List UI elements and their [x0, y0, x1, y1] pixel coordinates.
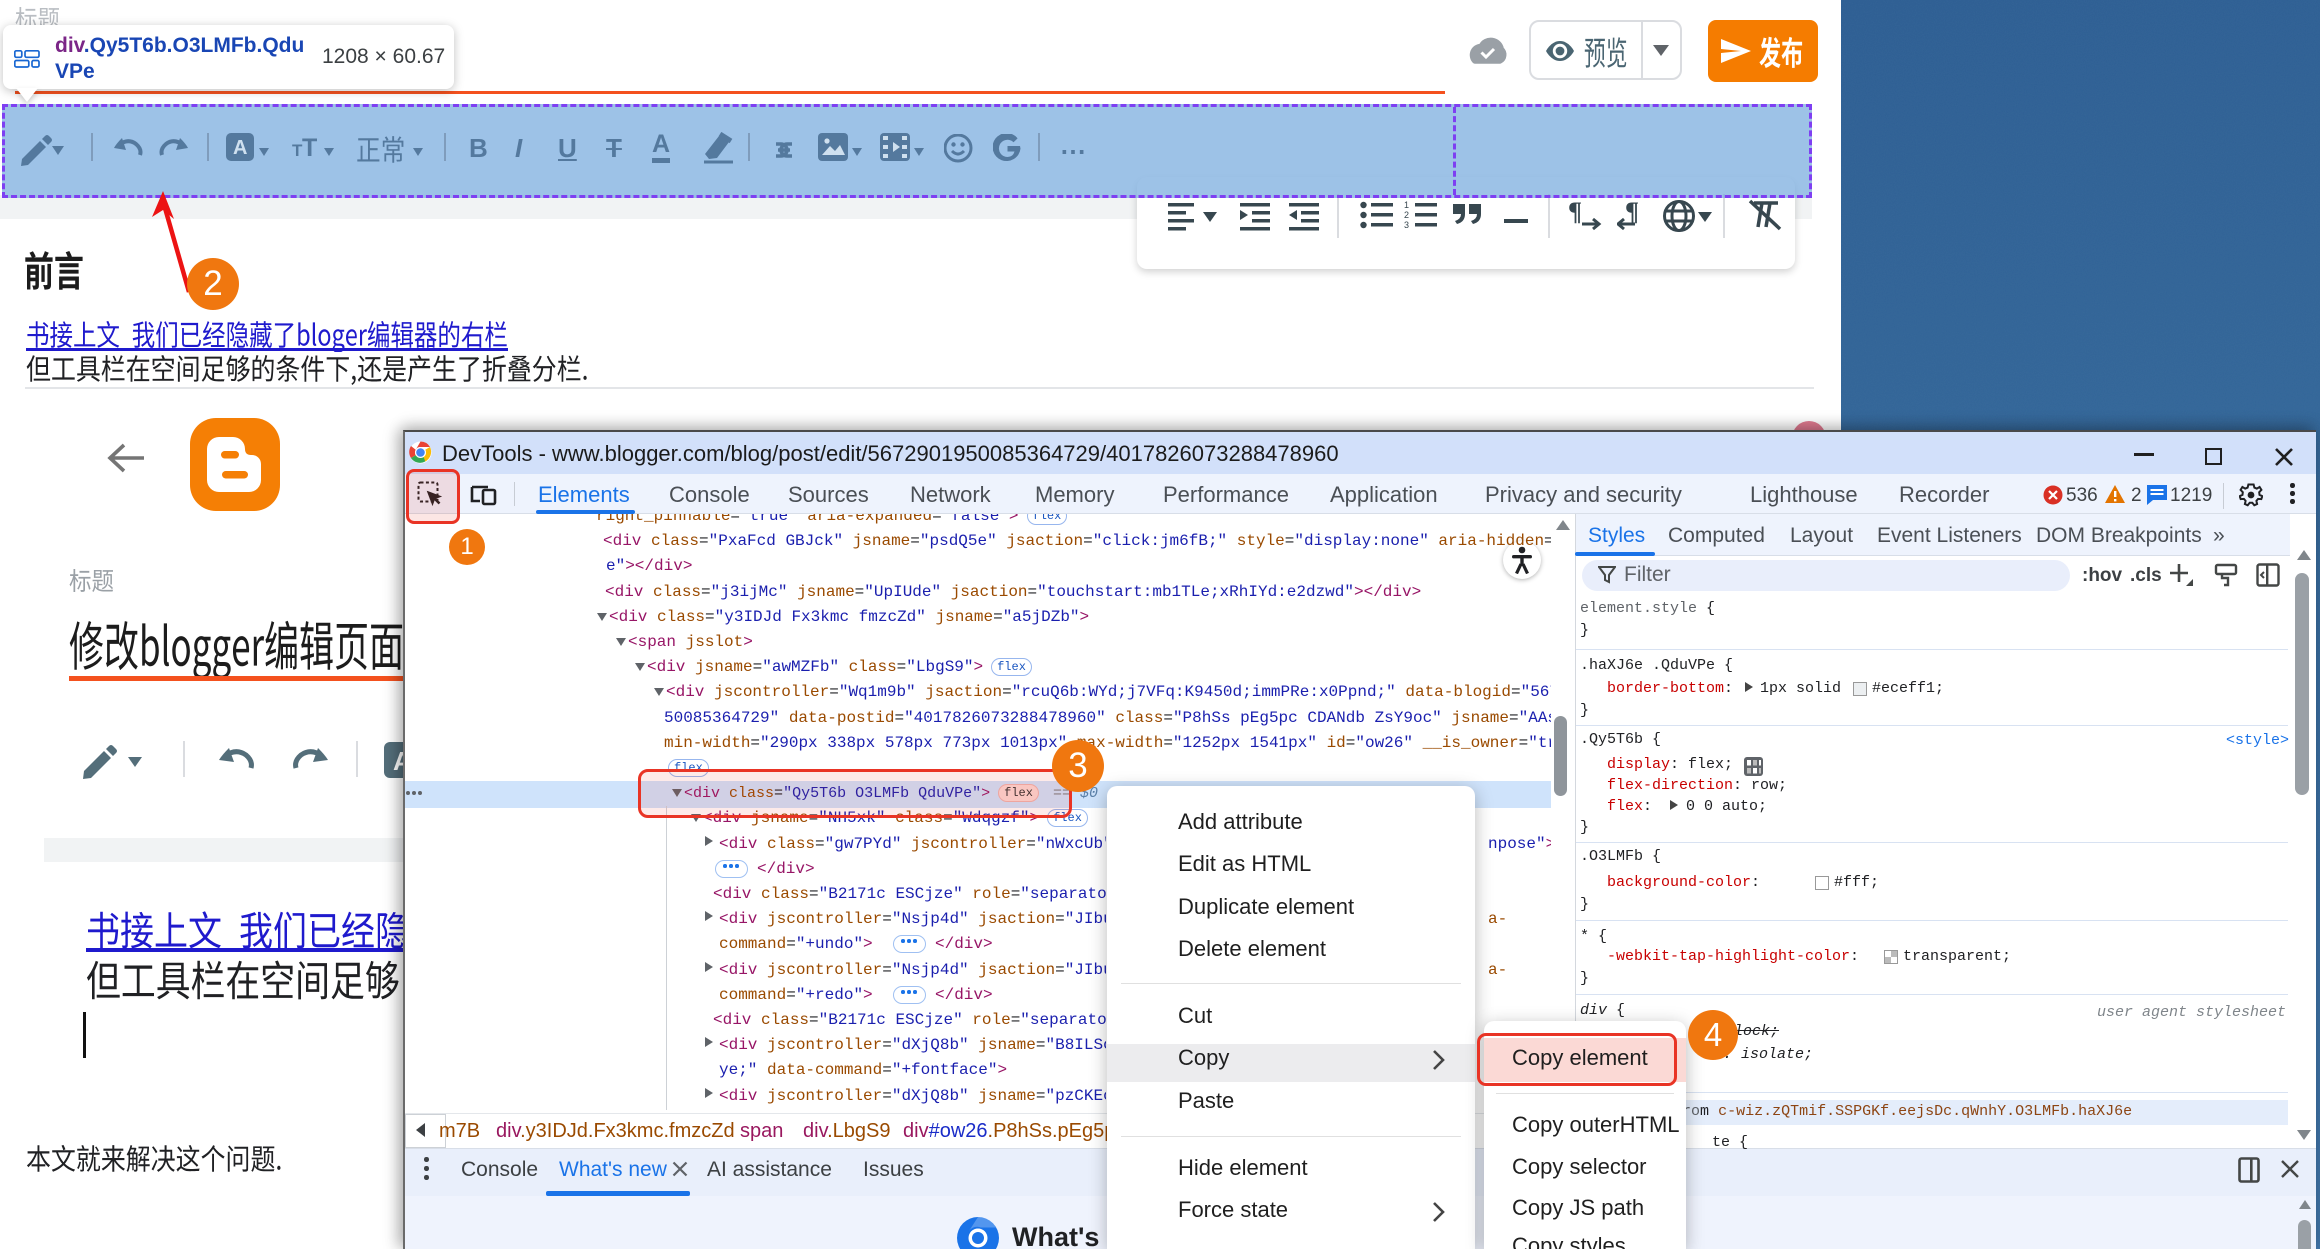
svg-text:¶: ¶	[1568, 198, 1582, 226]
svg-text:1: 1	[1404, 200, 1409, 210]
svg-text:2: 2	[1404, 210, 1409, 220]
svg-text:3: 3	[1404, 220, 1409, 230]
svg-text:T: T	[302, 136, 317, 162]
svg-text:A: A	[233, 137, 247, 159]
svg-text:¶: ¶	[1625, 198, 1639, 226]
